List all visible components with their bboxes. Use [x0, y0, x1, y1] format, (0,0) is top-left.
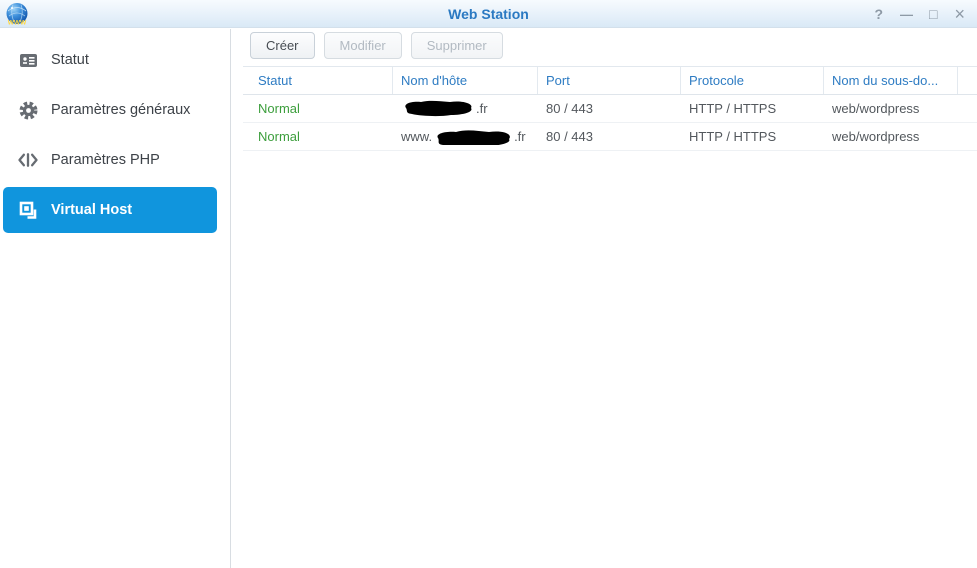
status-cell: Normal	[258, 129, 300, 144]
hostname-cell: www. .fr	[393, 129, 538, 145]
gear-icon	[17, 99, 39, 121]
sidebar-item-statut[interactable]: Statut	[3, 37, 217, 83]
titlebar: WWW Web Station ? — □ ×	[0, 0, 977, 28]
sidebar-item-virtual-host[interactable]: Virtual Host	[3, 187, 217, 233]
web-station-window: { "titlebar": { "title": "Web Station", …	[0, 0, 977, 568]
protocol-cell: HTTP / HTTPS	[689, 101, 777, 116]
code-brackets-icon	[17, 149, 39, 171]
column-header-port[interactable]: Port	[538, 67, 681, 94]
minimize-icon[interactable]: —	[900, 8, 913, 21]
maximize-icon[interactable]: □	[929, 7, 937, 21]
sidebar-item-parametres-generaux[interactable]: Paramètres généraux	[3, 87, 217, 133]
column-header-spacer	[958, 67, 977, 94]
column-header-nom-dhote[interactable]: Nom d'hôte	[393, 67, 538, 94]
sidebar-item-label: Paramètres généraux	[51, 102, 191, 118]
virtual-host-table: Statut Nom d'hôte Port Protocole Nom du …	[243, 66, 977, 151]
main-panel: Créer Modifier Supprimer Statut Nom d'hô…	[232, 29, 977, 568]
subfolder-cell: web/wordpress	[832, 101, 920, 116]
sidebar-item-label: Paramètres PHP	[51, 152, 160, 168]
hostname-prefix: www.	[401, 129, 433, 144]
create-button[interactable]: Créer	[250, 32, 315, 59]
redaction-scribble	[405, 100, 472, 117]
table-header: Statut Nom d'hôte Port Protocole Nom du …	[243, 66, 977, 95]
subfolder-cell: web/wordpress	[832, 129, 920, 144]
delete-button[interactable]: Supprimer	[410, 32, 503, 59]
window-title: Web Station	[448, 6, 529, 22]
protocol-cell: HTTP / HTTPS	[689, 129, 777, 144]
sidebar-item-label: Virtual Host	[51, 202, 133, 218]
help-icon[interactable]: ?	[874, 7, 883, 21]
status-card-icon	[17, 49, 39, 71]
close-icon[interactable]: ×	[954, 5, 965, 23]
column-header-statut[interactable]: Statut	[243, 67, 393, 94]
sidebar-item-label: Statut	[51, 52, 89, 68]
table-row[interactable]: Normal .fr 80 / 443 HTTP / HTTPS web/wor…	[243, 95, 977, 123]
column-header-protocole[interactable]: Protocole	[681, 67, 824, 94]
hostname-suffix: .fr	[514, 129, 526, 144]
sidebar-item-parametres-php[interactable]: Paramètres PHP	[3, 137, 217, 183]
port-cell: 80 / 443	[546, 101, 593, 116]
modify-button[interactable]: Modifier	[323, 32, 402, 59]
redaction-scribble	[437, 129, 510, 145]
hostname-cell: .fr	[393, 100, 538, 117]
toolbar: Créer Modifier Supprimer	[250, 32, 503, 59]
table-row[interactable]: Normal www. .fr 80 / 443 HTTP / HTTPS we…	[243, 123, 977, 151]
port-cell: 80 / 443	[546, 129, 593, 144]
status-cell: Normal	[258, 101, 300, 116]
column-header-sous-domaine[interactable]: Nom du sous-do...	[824, 67, 958, 94]
sidebar: Statut Paramètres généraux Paramètres PH…	[0, 29, 231, 568]
virtual-host-icon	[17, 199, 39, 221]
hostname-suffix: .fr	[476, 101, 488, 116]
